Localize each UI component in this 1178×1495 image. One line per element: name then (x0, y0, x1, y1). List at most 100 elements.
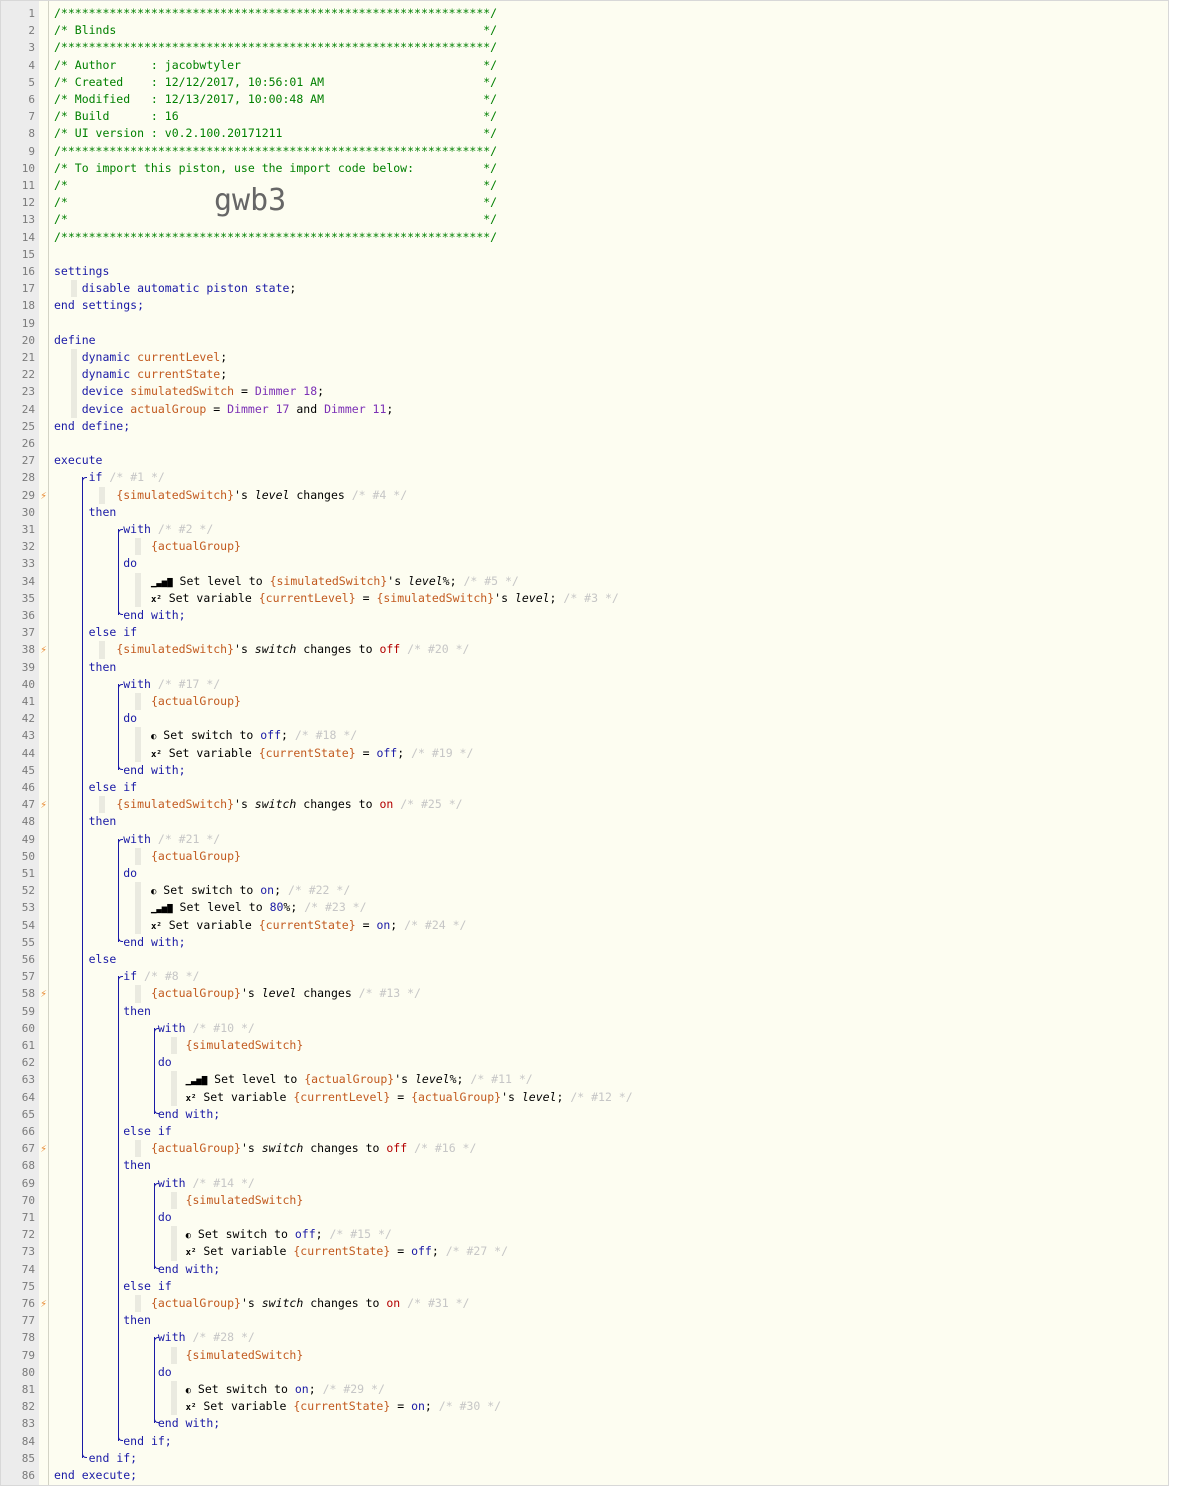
code-token: ; (220, 350, 228, 364)
code-token: settings (54, 264, 110, 278)
code-token: device (81, 384, 124, 399)
code-token: Set switch to (190, 1227, 295, 1242)
line-number: 27 (21, 454, 35, 468)
code-line: /* Modified : 12/13/2017, 10:00:48 AM */ (54, 91, 497, 108)
code-token: {actualGroup} (411, 1089, 502, 1104)
code-token: level (261, 986, 297, 1001)
code-token: /* #2 */ (157, 522, 214, 536)
code-token: 's (494, 590, 515, 605)
code-token: end with; (123, 762, 186, 777)
code-token: with (123, 676, 151, 691)
line-number: 32 (21, 540, 35, 554)
line-number: 65 (21, 1107, 35, 1121)
code-token: /***************************************… (54, 143, 498, 158)
code-token: on (411, 1399, 425, 1414)
line-number: 25 (21, 419, 35, 433)
code-token: else if (123, 1278, 172, 1293)
code-token: do (157, 1364, 172, 1379)
code-token: ; (390, 917, 405, 932)
code-token: changes (289, 487, 352, 502)
line-number: 43 (21, 729, 35, 743)
line-number: 48 (21, 815, 35, 829)
code-token: /* #19 */ (411, 745, 474, 760)
block-bracket (118, 683, 123, 770)
code-line: define (54, 332, 96, 349)
line-number: 34 (21, 574, 35, 588)
code-line: {simulatedSwitch}'s level changes /* #4 … (54, 487, 407, 504)
line-number: 58 (21, 987, 35, 1001)
code-line: /* To import this piston, use the import… (54, 160, 497, 177)
code-token: off (386, 1141, 408, 1156)
code-line: {simulatedSwitch} (54, 1192, 304, 1209)
code-line: ▁▃▅▇ Set level to {simulatedSwitch}'s le… (54, 573, 519, 590)
code-token: on (379, 797, 394, 812)
trigger-bolt-icon: ⚡ (40, 987, 47, 1001)
code-line: else if (54, 1123, 171, 1140)
code-line: with /* #17 */ (54, 676, 220, 693)
code-line: ◐ Set switch to on; /* #22 */ (54, 882, 350, 899)
code-token: {simulatedSwitch} (269, 573, 388, 588)
code-token: {simulatedSwitch} (116, 487, 235, 502)
code-token: /* #4 */ (351, 487, 408, 502)
code-line: ▁▃▅▇ Set level to {actualGroup}'s level%… (54, 1071, 533, 1088)
code-token: = (390, 1244, 412, 1259)
code-line: with /* #2 */ (54, 521, 213, 538)
line-number: 19 (21, 316, 35, 330)
code-token: if (88, 470, 103, 485)
line-number: 49 (21, 832, 35, 846)
line-number: 63 (21, 1073, 35, 1087)
code-line: {simulatedSwitch} (54, 1347, 304, 1364)
code-token: off (260, 728, 281, 743)
line-number: 18 (21, 299, 35, 313)
code-line: /***************************************… (54, 143, 497, 160)
line-number: 10 (21, 161, 35, 175)
line-number: 82 (21, 1400, 35, 1414)
line-number: 22 (21, 368, 35, 382)
line-number: 23 (21, 385, 35, 399)
line-number: 83 (21, 1417, 35, 1431)
line-number: 53 (21, 901, 35, 915)
code-token: 's (240, 986, 262, 1001)
code-token: /* #31 */ (407, 1296, 470, 1310)
code-token: /* #21 */ (157, 831, 221, 846)
code-token: /* #12 */ (570, 1089, 633, 1104)
code-line: then (54, 504, 117, 521)
trigger-bolt-icon: ⚡ (40, 798, 47, 812)
code-token: ; (315, 1227, 330, 1242)
code-token: /* #18 */ (294, 728, 358, 743)
code-token: Set switch to (156, 883, 261, 898)
code-line: do (54, 865, 137, 882)
piston-code-viewer: 1 2 3 4 5 6 7 8 9 10 11 12 13 14 15 16 17 18 19 20 21 22 23 24 2… (0, 0, 1169, 1486)
code-token: {currentState} (293, 1399, 391, 1414)
code-token: /* To import this piston, use the import… (54, 160, 498, 175)
code-token: end settings; (54, 298, 145, 313)
code-token: currentState (137, 367, 221, 382)
code-token: level (514, 590, 550, 605)
code-line: dynamic currentState; (54, 366, 227, 383)
code-token: /* #15 */ (329, 1227, 392, 1242)
code-token: do (123, 711, 138, 726)
line-number-gutter: 1 2 3 4 5 6 7 8 9 10 11 12 13 14 15 16 17 18 19 20 21 22 23 24 2… (1, 1, 39, 1485)
code-line: /* Build : 16 */ (54, 108, 497, 125)
code-token: /* #24 */ (404, 917, 467, 932)
code-line: x² Set variable {currentState} = off; /*… (54, 1243, 508, 1260)
line-number: 75 (21, 1279, 35, 1293)
line-number: 62 (21, 1056, 35, 1070)
line-number: 12 (21, 196, 35, 210)
code-token: = (355, 590, 377, 605)
